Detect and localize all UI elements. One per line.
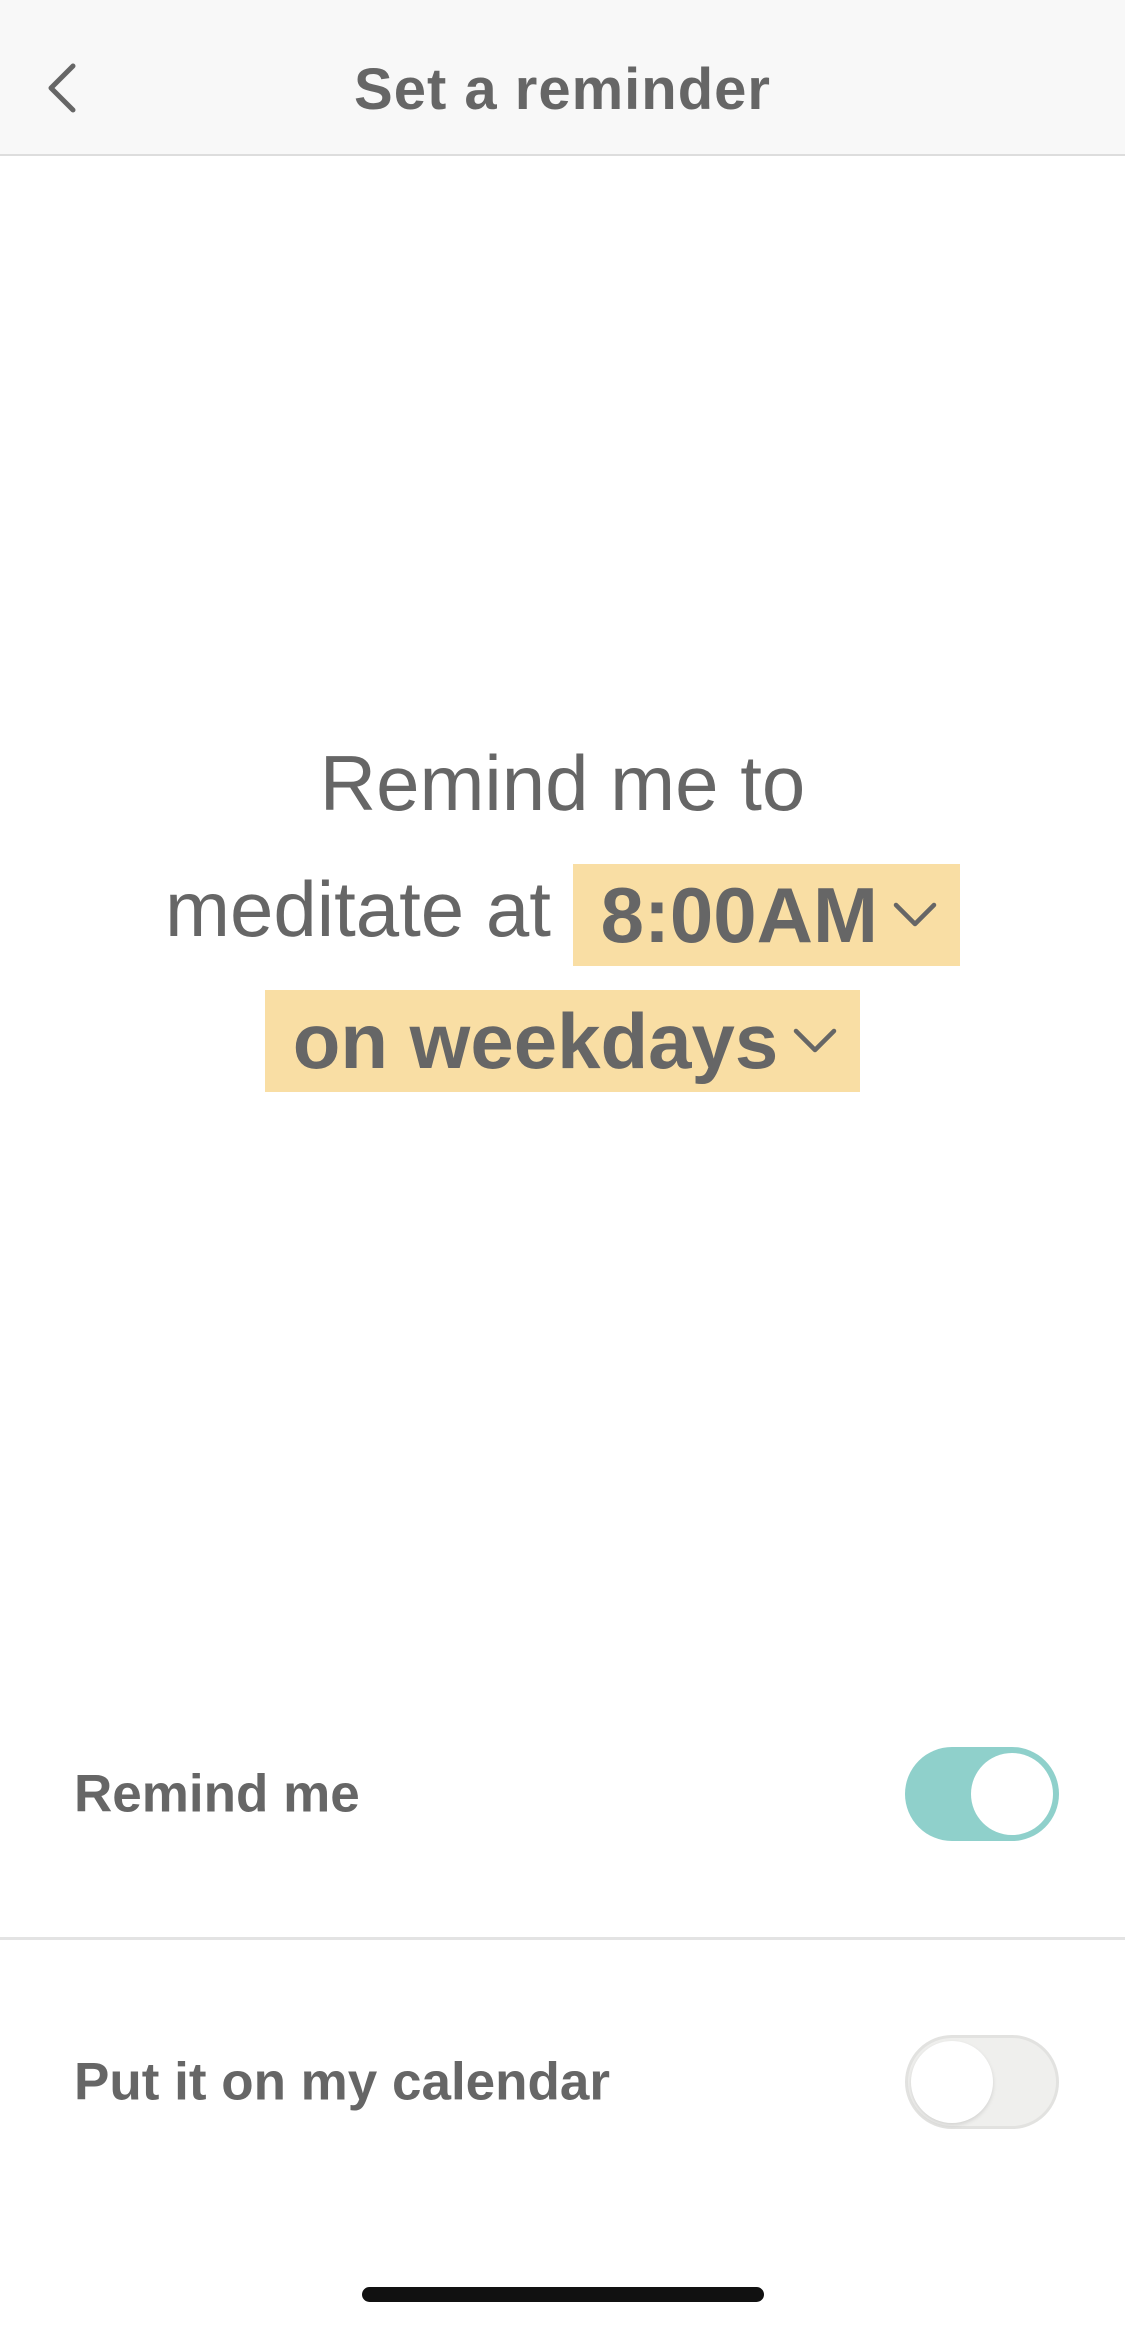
sentence-line-2: meditate at 8:00AM (0, 846, 1125, 972)
toggle-knob (911, 2041, 993, 2123)
remind-me-label: Remind me (74, 1764, 360, 1824)
sentence-line-3: on weekdays (0, 972, 1125, 1098)
divider (0, 1937, 1125, 1940)
calendar-label: Put it on my calendar (74, 2052, 611, 2112)
chevron-down-icon (792, 1026, 838, 1056)
frequency-dropdown[interactable]: on weekdays (264, 990, 861, 1093)
page-title: Set a reminder (354, 57, 771, 122)
time-dropdown[interactable]: 8:00AM (572, 864, 960, 967)
calendar-toggle[interactable] (905, 2035, 1059, 2129)
navigation-bar: Set a reminder (0, 0, 1125, 156)
frequency-value: on weekdays (292, 997, 779, 1086)
sentence-prefix: meditate at (165, 865, 551, 953)
home-indicator (362, 2287, 764, 2302)
time-value: 8:00AM (600, 871, 878, 960)
remind-me-row: Remind me (0, 1714, 1125, 1874)
sentence-line-1: Remind me to (319, 739, 806, 827)
chevron-down-icon (892, 900, 938, 930)
calendar-row: Put it on my calendar (0, 2002, 1125, 2162)
reminder-sentence: Remind me to meditate at 8:00AM on weekd… (0, 720, 1125, 1098)
toggle-knob (971, 1753, 1053, 1835)
remind-me-toggle[interactable] (905, 1747, 1059, 1841)
